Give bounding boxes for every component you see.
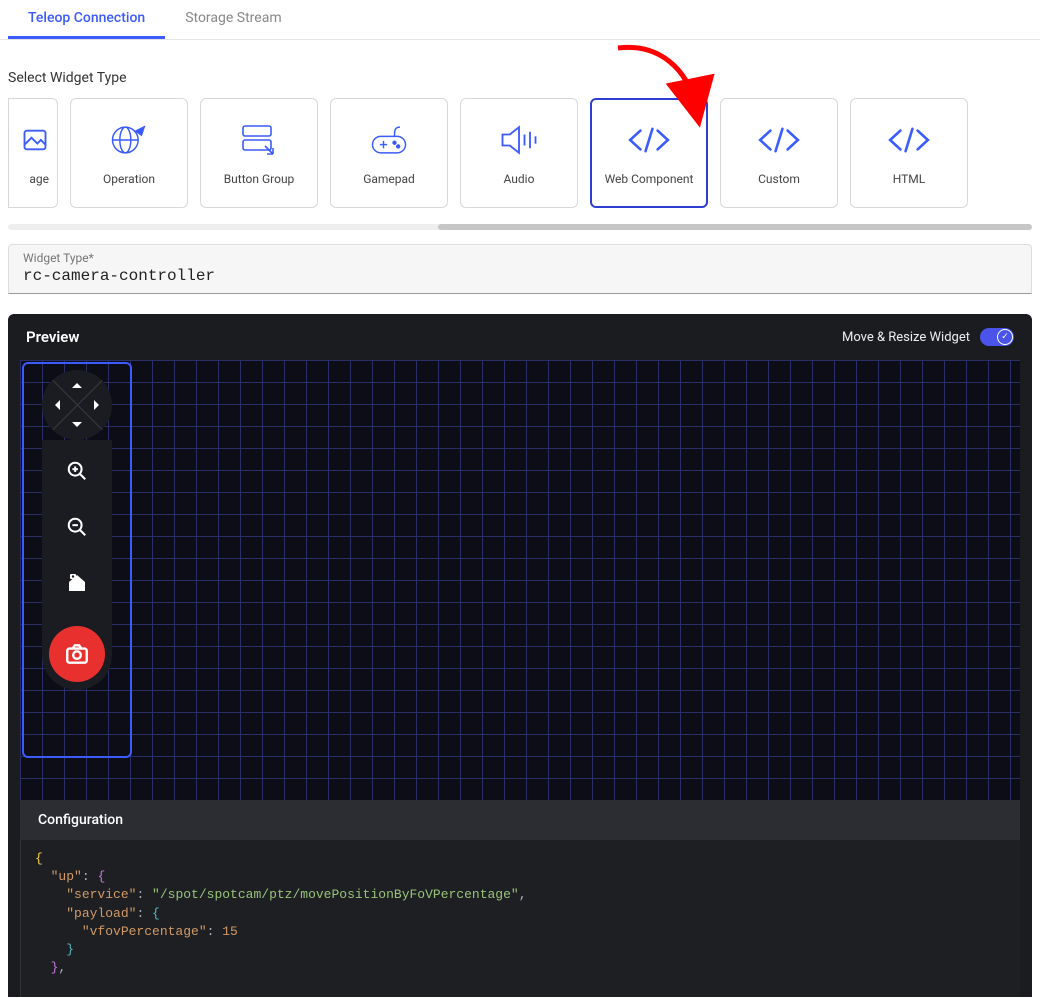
zoom-out-button[interactable] xyxy=(64,514,90,540)
widget-card-button-group[interactable]: Button Group xyxy=(200,98,318,208)
move-resize-label: Move & Resize Widget xyxy=(842,330,970,345)
preview-grid[interactable] xyxy=(20,360,1020,800)
code-icon xyxy=(625,120,673,160)
widget-scrollbar-track[interactable] xyxy=(8,224,1032,230)
widget-card-label: Gamepad xyxy=(363,172,415,186)
configuration-code[interactable]: { "up": { "service": "/spot/spotcam/ptz/… xyxy=(20,840,1020,997)
camera-controller-widget[interactable] xyxy=(22,362,132,758)
capture-button[interactable] xyxy=(49,626,105,682)
widget-scrollbar-thumb[interactable] xyxy=(438,224,1032,230)
preview-panel: Preview Move & Resize Widget xyxy=(8,314,1032,997)
dpad-left[interactable] xyxy=(50,400,60,410)
button-group-icon xyxy=(235,120,283,160)
widget-card-label: Audio xyxy=(504,172,535,186)
widget-card-label: Web Component xyxy=(605,172,694,186)
gamepad-icon xyxy=(365,120,413,160)
widget-card-custom[interactable]: Custom xyxy=(720,98,838,208)
globe-arrow-icon xyxy=(105,120,153,160)
code-icon xyxy=(755,120,803,160)
preview-title: Preview xyxy=(26,328,79,346)
widget-card-label: age xyxy=(29,172,49,186)
dpad-up[interactable] xyxy=(72,378,82,388)
tab-teleop-connection[interactable]: Teleop Connection xyxy=(8,0,165,39)
tab-storage-stream[interactable]: Storage Stream xyxy=(165,0,301,39)
widget-card-gamepad[interactable]: Gamepad xyxy=(330,98,448,208)
configuration-header: Configuration xyxy=(20,800,1020,840)
move-resize-toggle[interactable] xyxy=(980,328,1014,346)
dpad-right[interactable] xyxy=(94,400,104,410)
zoom-in-button[interactable] xyxy=(64,458,90,484)
audio-icon xyxy=(495,120,543,160)
widget-card-html[interactable]: HTML xyxy=(850,98,968,208)
widget-card-image-partial[interactable]: age xyxy=(8,98,58,208)
widget-type-field-label: Widget Type* xyxy=(23,251,1017,265)
home-preset-button[interactable] xyxy=(64,570,90,596)
tab-bar: Teleop Connection Storage Stream xyxy=(0,0,1040,40)
select-widget-type-label: Select Widget Type xyxy=(8,70,1032,86)
widget-type-field-value: rc-camera-controller xyxy=(23,267,1017,285)
image-icon xyxy=(21,120,49,160)
dpad[interactable] xyxy=(42,370,112,440)
widget-type-field[interactable]: Widget Type* rc-camera-controller xyxy=(8,244,1032,294)
widget-type-scroller: age Operation Button Group Gamepad Audio Web … xyxy=(8,98,1032,230)
dpad-down[interactable] xyxy=(72,422,82,432)
widget-card-label: Custom xyxy=(758,172,800,186)
widget-card-label: Button Group xyxy=(224,172,295,186)
widget-card-label: Operation xyxy=(103,172,155,186)
widget-card-operation[interactable]: Operation xyxy=(70,98,188,208)
code-icon xyxy=(885,120,933,160)
widget-card-audio[interactable]: Audio xyxy=(460,98,578,208)
widget-card-label: HTML xyxy=(893,172,926,186)
widget-card-web-component[interactable]: Web Component xyxy=(590,98,708,208)
